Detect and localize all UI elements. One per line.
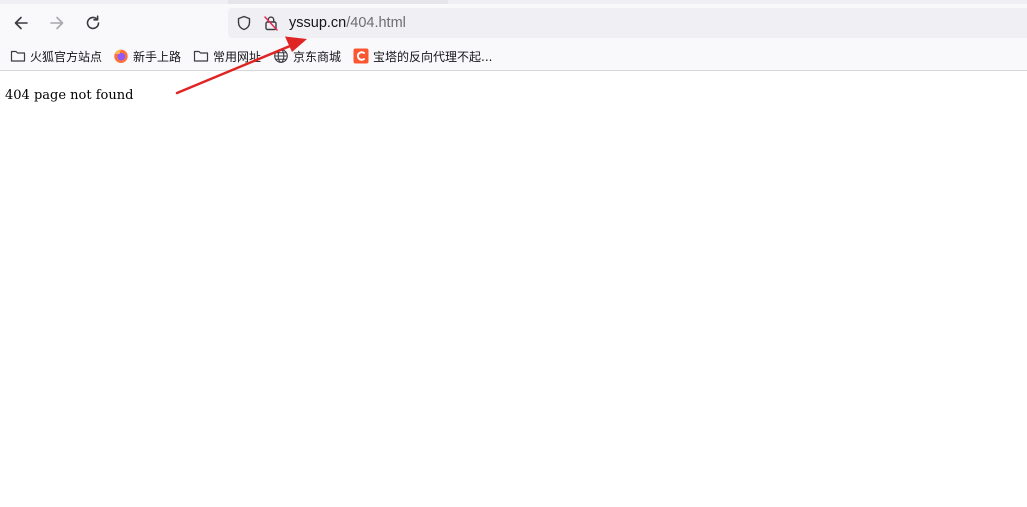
page-content: 404 page not found	[0, 71, 1027, 507]
address-bar[interactable]: yssup.cn/404.html	[228, 8, 1027, 38]
forward-arrow-icon	[48, 14, 66, 32]
folder-icon	[10, 48, 26, 64]
bookmark-label: 常用网址	[213, 49, 262, 64]
reload-icon	[84, 14, 102, 32]
folder-icon	[193, 48, 209, 64]
bookmark-item[interactable]: 京东商城	[273, 46, 341, 66]
bookmark-label: 新手上路	[133, 49, 182, 64]
forward-button[interactable]	[42, 8, 72, 38]
c-logo-icon	[353, 48, 369, 64]
url-host: yssup.cn	[289, 15, 347, 31]
shield-icon[interactable]	[235, 14, 253, 32]
bookmark-label: 火狐官方站点	[30, 49, 103, 64]
firefox-icon	[113, 48, 129, 64]
url-text[interactable]: yssup.cn/404.html	[289, 8, 406, 38]
bookmark-item[interactable]: 火狐官方站点	[10, 46, 102, 66]
navigation-toolbar: yssup.cn/404.html	[0, 4, 1027, 42]
globe-icon	[273, 48, 289, 64]
bookmark-label: 京东商城	[293, 49, 342, 64]
url-path: /404.html	[346, 15, 406, 31]
back-button[interactable]	[6, 8, 36, 38]
back-arrow-icon	[12, 14, 30, 32]
insecure-lock-icon[interactable]	[262, 14, 280, 32]
bookmark-item[interactable]: 宝塔的反向代理不起...	[353, 46, 492, 66]
error-message: 404 page not found	[5, 88, 134, 103]
bookmark-label: 宝塔的反向代理不起...	[373, 49, 493, 64]
reload-button[interactable]	[78, 8, 108, 38]
browser-window: yssup.cn/404.html 火狐官方站点 新手上路 常用网址 京东商城 …	[0, 0, 1027, 507]
bookmark-item[interactable]: 新手上路	[113, 46, 181, 66]
bookmarks-toolbar: 火狐官方站点 新手上路 常用网址 京东商城 宝塔的反向代理不起...	[0, 42, 1027, 71]
bookmark-item[interactable]: 常用网址	[193, 46, 261, 66]
